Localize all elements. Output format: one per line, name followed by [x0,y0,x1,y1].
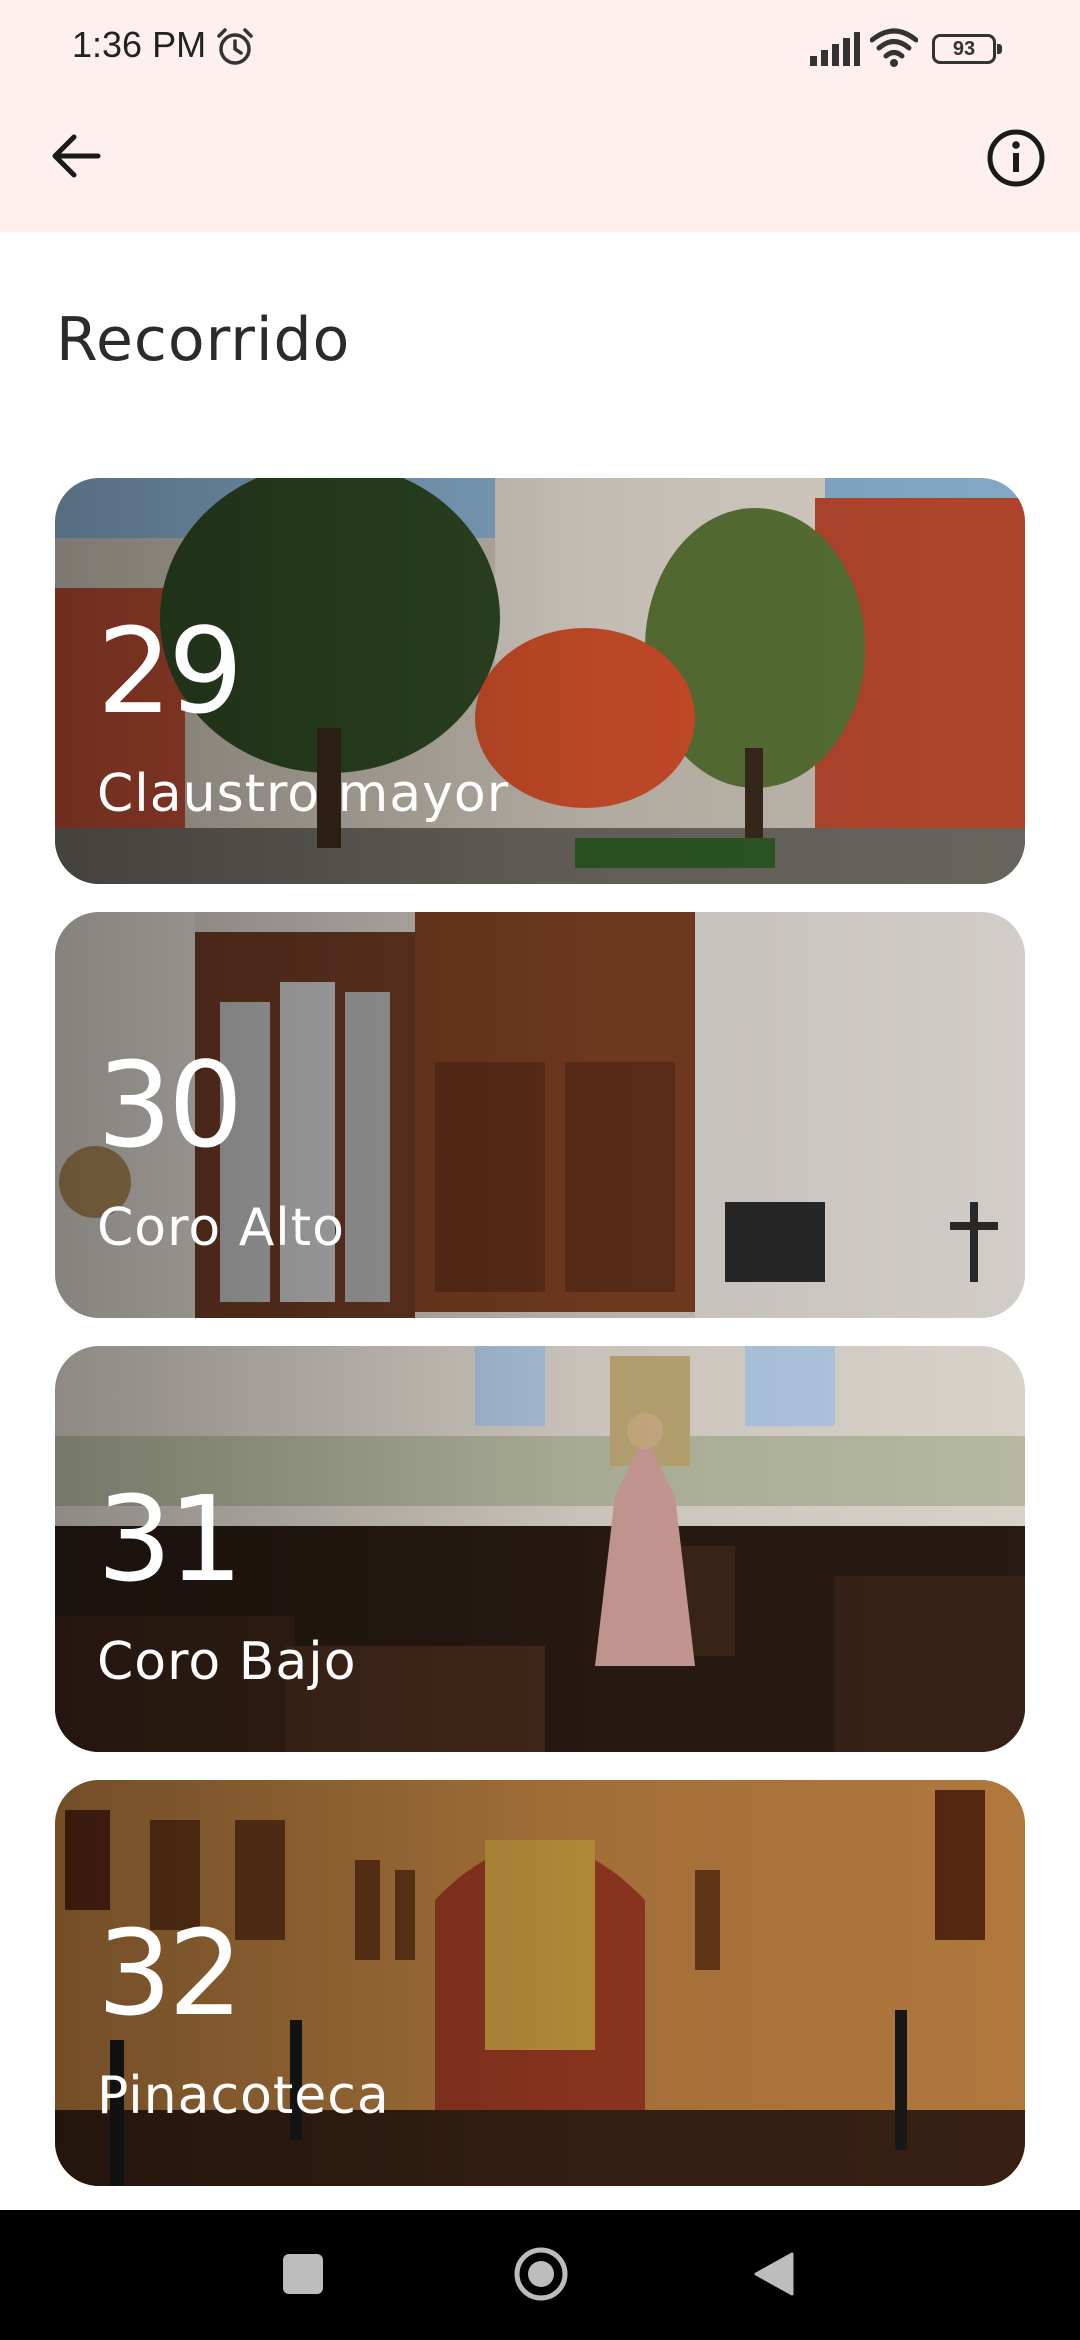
card-title: Claustro mayor [97,764,510,824]
status-time: 1:36 PM [72,24,207,65]
card-number: 32 [97,1904,243,2042]
back-button[interactable] [44,124,108,188]
tour-card[interactable]: 32 Pinacoteca [55,1780,1025,2186]
card-number: 30 [97,1036,243,1174]
card-number: 31 [97,1470,243,1608]
arrow-left-icon [52,134,101,178]
app-bar [0,100,1080,232]
card-title: Coro Bajo [97,1632,357,1692]
alarm-icon [217,28,253,65]
tour-card[interactable]: 29 Claustro mayor [55,478,1025,884]
info-button[interactable] [982,124,1050,192]
tour-card-list: 29 Claustro mayor 30 Coro Alto 31 Coro B… [55,478,1025,2214]
tour-card[interactable]: 31 Coro Bajo [55,1346,1025,1752]
page-title: Recorrido [56,305,351,375]
wifi-icon [870,28,918,67]
card-title: Coro Alto [97,1198,345,1258]
back-triangle-icon[interactable] [752,2250,796,2298]
recents-square-icon[interactable] [283,2254,323,2294]
info-icon [987,129,1045,187]
status-bar: 1:36 PM 93 [0,0,1080,100]
home-circle-icon[interactable] [512,2245,570,2303]
signal-icon [810,32,860,66]
card-number: 29 [97,602,243,740]
card-title: Pinacoteca [97,2066,390,2126]
tour-card[interactable]: 30 Coro Alto [55,912,1025,1318]
battery-icon: 93 [932,34,1002,64]
